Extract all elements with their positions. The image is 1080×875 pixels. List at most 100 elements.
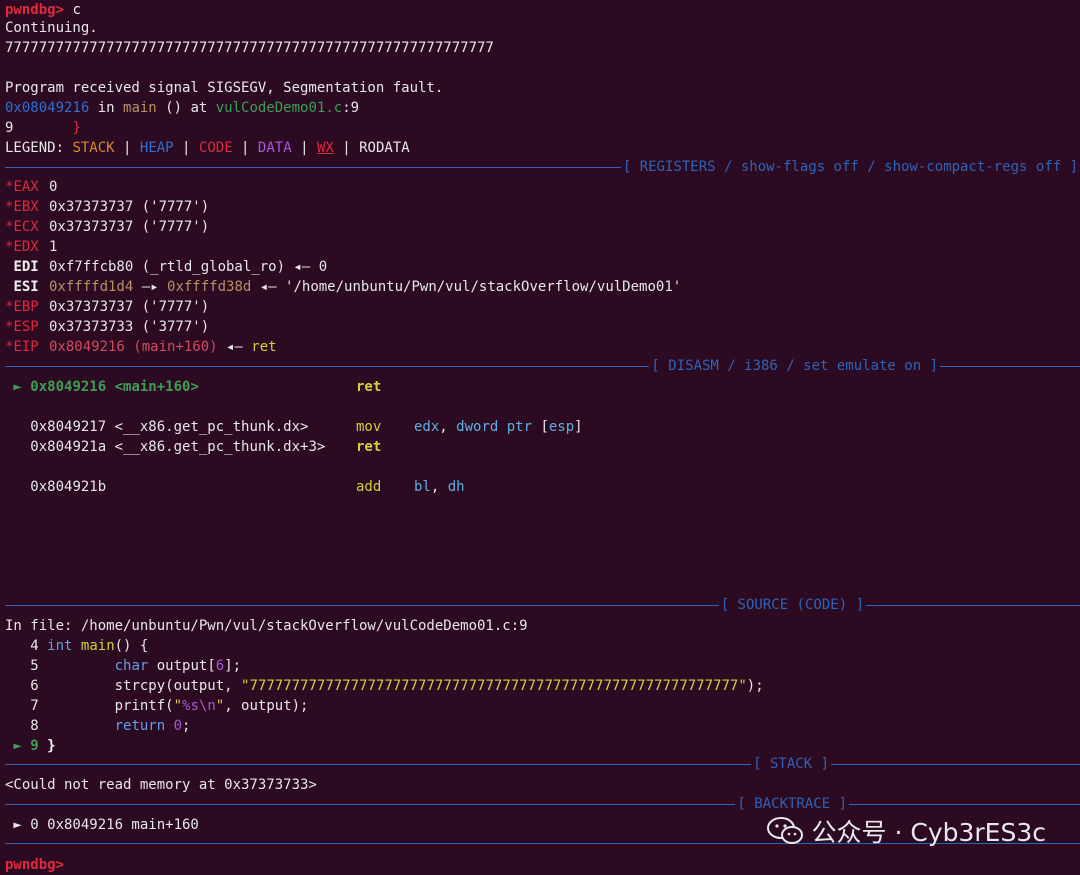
code: printf( — [114, 698, 174, 714]
source-line-9: 9 } — [5, 118, 1080, 138]
reg-label: ECX — [13, 219, 39, 235]
kw: return — [114, 718, 166, 734]
reg-eip-insn: ret — [251, 339, 277, 355]
reg-label: ESP — [13, 319, 39, 335]
arg-reg: dh — [447, 479, 465, 495]
legend-sep: | — [333, 140, 360, 156]
legend-sep: | — [232, 140, 258, 156]
num: 6 — [215, 658, 225, 674]
string: " — [215, 698, 225, 714]
kw: int — [47, 638, 73, 654]
source-line: 7 printf("%s\n", output); — [5, 696, 1080, 716]
current-marker-icon: ► — [5, 379, 31, 395]
location-linenum: :9 — [342, 100, 360, 116]
reg-label: EBP — [13, 299, 39, 315]
source-line-current: ► 9 } — [5, 736, 1080, 756]
disasm-row-current: ► 0x8049216 <main+160> ret — [5, 377, 1080, 397]
reg-esi-arrow: —▸ — [133, 279, 168, 295]
prompt-line-2[interactable]: pwndbg> — [5, 855, 1080, 875]
prompt: pwndbg> — [5, 857, 73, 873]
reg-ebp-value: 0x37373737 ('7777') — [49, 299, 210, 315]
source-header: [ SOURCE (CODE) ] — [5, 595, 1080, 615]
legend-wx: WX — [316, 140, 334, 156]
reg-esi-rest: ◂— '/home/unbuntu/Pwn/vul/stackOverflow/… — [251, 279, 682, 295]
arg-sep: , — [439, 419, 457, 435]
legend-sep: | — [173, 140, 199, 156]
reg-ebx: *EBX 0x37373737 ('7777') — [5, 197, 1080, 217]
arg-bracket: [ — [532, 419, 549, 435]
disasm-row: 0x8049217 <__x86.get_pc_thunk.dx> mov edx,… — [5, 417, 1080, 437]
stack-line: <Could not read memory at 0x37373733> — [5, 777, 317, 793]
reg-label: EIP — [13, 339, 39, 355]
disasm-op: add — [356, 479, 382, 495]
line-number: 4 — [30, 638, 39, 654]
reg-esi-value-a: 0xffffd1d4 — [49, 279, 134, 295]
prompt-line-1: pwndbg> c — [5, 0, 1080, 20]
disasm-title: [ DISASM / i386 / set emulate on ] — [649, 356, 940, 376]
disasm-addr: 0x804921b — [30, 479, 107, 495]
reg-label: EDX — [13, 239, 39, 255]
disasm-op: ret — [356, 379, 382, 395]
reg-esp: *ESP 0x37373733 ('3777') — [5, 317, 1080, 337]
code: () { — [114, 638, 149, 654]
reg-edi-name: EDI — [5, 257, 49, 277]
disasm-addr: 0x8049216 — [30, 379, 107, 395]
code: ]; — [224, 658, 242, 674]
reg-eax-value: 0 — [49, 179, 58, 195]
disasm-row: 0x804921a <__x86.get_pc_thunk.dx+3> ret — [5, 437, 1080, 457]
reg-ebp-name: *EBP — [5, 297, 49, 317]
reg-edi: EDI 0xf7ffcb80 (_rtld_global_ro) ◂— 0 — [5, 257, 1080, 277]
reg-eax-name: *EAX — [5, 177, 49, 197]
arg-sep: , — [430, 479, 448, 495]
line-number: 5 — [30, 658, 39, 674]
code: strcpy(output, — [114, 678, 242, 694]
reg-ebx-name: *EBX — [5, 197, 49, 217]
fn-name: main — [80, 638, 115, 654]
source-in-file: In file: /home/unbuntu/Pwn/vul/stackOver… — [5, 618, 528, 634]
disasm-args: edx, dword ptr [esp] — [414, 417, 583, 437]
reg-eip-name: *EIP — [5, 337, 49, 357]
legend-stack: STACK — [72, 140, 115, 156]
reg-label: EDI — [13, 259, 39, 275]
disasm-sym: <__x86.get_pc_thunk.dx> — [114, 419, 309, 435]
source-line: 5 char output[6]; — [5, 656, 1080, 676]
program-output: 7777777777777777777777777777777777777777… — [5, 40, 494, 56]
arg-reg: esp — [548, 419, 575, 435]
terminal-window[interactable]: pwndbg> c Continuing. 777777777777777777… — [0, 0, 1080, 875]
location-file: vulCodeDemo01.c — [215, 100, 343, 116]
reg-edi-value: 0xf7ffcb80 (_rtld_global_ro) ◂— 0 — [49, 259, 328, 275]
registers-title: [ REGISTERS / show-flags off / show-comp… — [620, 157, 1080, 177]
legend-data: DATA — [257, 140, 292, 156]
legend-heap: HEAP — [139, 140, 174, 156]
disasm-op: mov — [356, 419, 382, 435]
line-number: 7 — [30, 698, 39, 714]
current-marker-icon: ► — [5, 738, 31, 754]
string: "777777777777777777777777777777777777777… — [241, 678, 747, 694]
signal-line: Program received signal SIGSEGV, Segment… — [5, 80, 444, 96]
reg-esi: ESI 0xffffd1d4 —▸ 0xffffd38d ◂— '/home/un… — [5, 277, 1080, 297]
source-line: 8 return 0; — [5, 716, 1080, 736]
prompt: pwndbg> — [5, 2, 73, 18]
reg-ebx-value: 0x37373737 ('7777') — [49, 199, 210, 215]
legend-sep: | — [114, 140, 140, 156]
section-rule — [5, 764, 1080, 765]
disasm-marker — [5, 439, 30, 455]
wechat-icon — [766, 817, 803, 844]
code: ); — [746, 678, 764, 694]
reg-edx-name: *EDX — [5, 237, 49, 257]
kw: char — [114, 658, 149, 674]
arg-size: dword ptr — [456, 419, 533, 435]
string: " — [173, 698, 183, 714]
continuing-line: Continuing. — [5, 20, 98, 36]
location-in: in — [89, 100, 124, 116]
num: 0 — [173, 718, 183, 734]
location-addr: 0x08049216 — [5, 100, 90, 116]
disasm-args: bl, dh — [414, 477, 465, 497]
stack-title: [ STACK ] — [751, 754, 831, 774]
reg-ecx-name: *ECX — [5, 217, 49, 237]
disasm-header: [ DISASM / i386 / set emulate on ] — [5, 356, 1080, 376]
disasm-sym: <main+160> — [114, 379, 199, 395]
legend-line: LEGEND: STACK | HEAP | CODE | DATA | WX … — [5, 138, 1080, 158]
arg-reg: edx — [414, 419, 440, 435]
source-line: 4 int main() { — [5, 636, 1080, 656]
